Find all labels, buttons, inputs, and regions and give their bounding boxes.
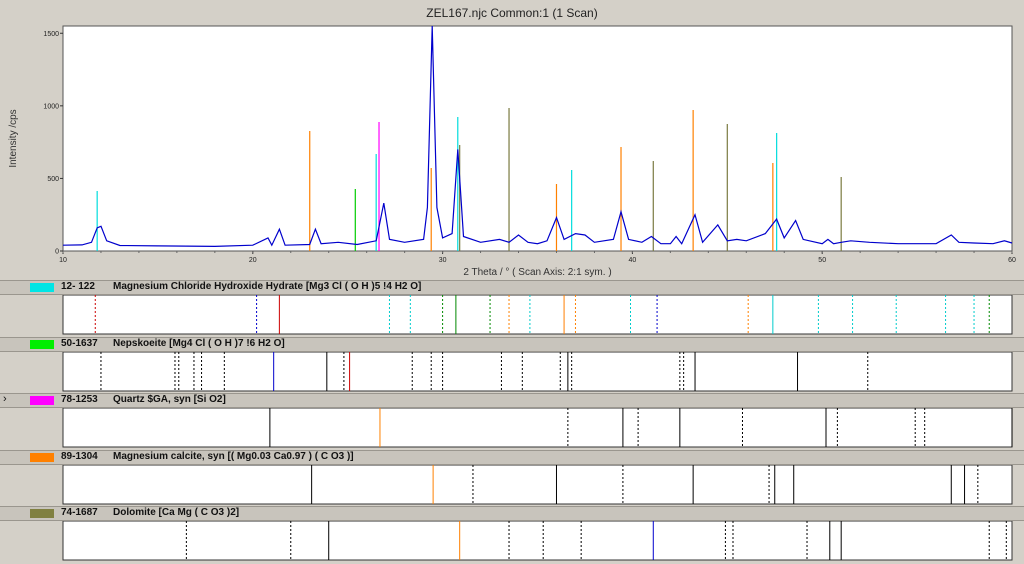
x-tick-label: 40 <box>629 257 637 264</box>
x-tick-label: 10 <box>59 257 67 264</box>
x-tick-label: 30 <box>439 257 447 264</box>
phase-code: 50-1637 <box>61 338 98 349</box>
phase-header[interactable]: 74-1687 Dolomite [Ca Mg ( C O3 )2] <box>0 506 1024 521</box>
y-tick-label: 500 <box>47 176 59 183</box>
y-tick-label: 0 <box>55 249 59 256</box>
phase-name: Dolomite [Ca Mg ( C O3 )2] <box>113 507 240 518</box>
phase-header[interactable]: 50-1637 Nepskoeite [Mg4 Cl ( O H )7 !6 H2… <box>0 337 1024 352</box>
y-axis-label: Intensity /cps <box>8 109 19 167</box>
phase-code: 12- 122 <box>61 281 95 292</box>
x-tick-label: 60 <box>1008 257 1016 264</box>
phase-code: 74-1687 <box>61 507 98 518</box>
y-tick-label: 1500 <box>43 31 59 38</box>
phase-name: Magnesium Chloride Hydroxide Hydrate [Mg… <box>113 281 422 292</box>
phase-stick-panel <box>62 520 1013 561</box>
plot-area <box>62 25 1013 252</box>
phase-code: 89-1304 <box>61 451 98 462</box>
selected-arrow-icon: › <box>3 393 7 405</box>
phase-color-swatch[interactable] <box>30 283 54 292</box>
phase-header[interactable]: 12- 122 Magnesium Chloride Hydroxide Hydr… <box>0 280 1024 295</box>
phase-stick-panel <box>62 351 1013 392</box>
phase-color-swatch[interactable] <box>30 509 54 518</box>
phase-header[interactable]: 89-1304 Magnesium calcite, syn [( Mg0.03 … <box>0 450 1024 465</box>
y-tick-label: 1000 <box>43 103 59 110</box>
phase-stick-panel <box>62 407 1013 448</box>
phase-stick-panel <box>62 464 1013 505</box>
phase-name: Quartz $GA, syn [Si O2] <box>113 394 226 405</box>
phase-name: Nepskoeite [Mg4 Cl ( O H )7 !6 H2 O] <box>113 338 285 349</box>
phase-color-swatch[interactable] <box>30 340 54 349</box>
phase-header[interactable]: › 78-1253 Quartz $GA, syn [Si O2] <box>0 393 1024 408</box>
phase-color-swatch[interactable] <box>30 396 54 405</box>
phase-name: Magnesium calcite, syn [( Mg0.03 Ca0.97 … <box>113 451 354 462</box>
phase-stick-panel <box>62 294 1013 335</box>
phase-color-swatch[interactable] <box>30 453 54 462</box>
x-axis-label: 2 Theta / ° ( Scan Axis: 2:1 sym. ) <box>463 267 611 278</box>
x-tick-label: 20 <box>249 257 257 264</box>
x-tick-label: 50 <box>818 257 826 264</box>
phase-code: 78-1253 <box>61 394 98 405</box>
